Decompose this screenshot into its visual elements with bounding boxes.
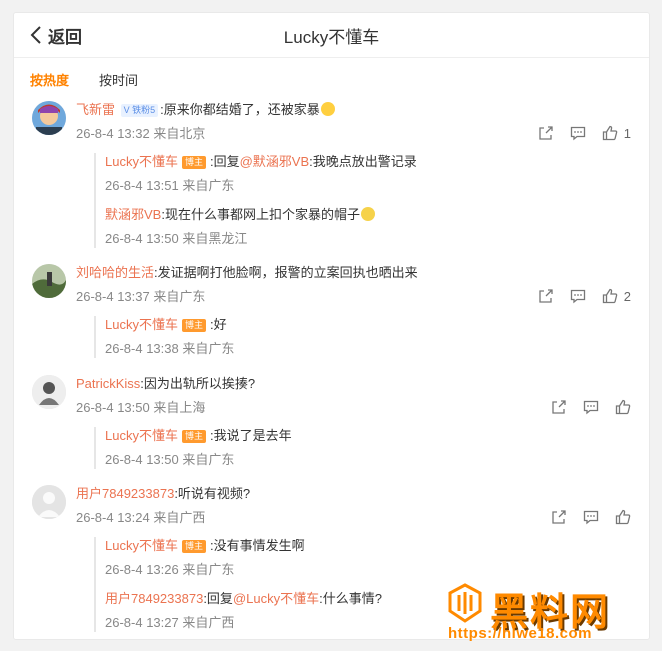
comment-icon: [570, 289, 585, 304]
like-button[interactable]: 2: [602, 288, 631, 304]
host-badge: 博主: [181, 156, 206, 169]
share-icon: [539, 126, 553, 140]
comment-text: :原来你都结婚了，还被家暴: [160, 102, 320, 117]
comment-icon: [570, 126, 585, 141]
share-icon: [552, 510, 566, 524]
like-button[interactable]: 1: [602, 125, 631, 141]
thumbs-up-icon: [602, 125, 618, 141]
comment-username[interactable]: 刘哈哈的生活: [76, 265, 154, 280]
tab-hot[interactable]: 按热度: [30, 69, 69, 93]
thumbs-up-icon: [602, 288, 618, 304]
comment-text: :听说有视频?: [174, 486, 251, 501]
reply-text: :好: [209, 317, 227, 332]
comment-username[interactable]: PatrickKiss: [76, 376, 140, 391]
reply-button[interactable]: [570, 288, 586, 304]
reply-item: 默涵邪VB:现在什么事都网上扣个家暴的帽子: [105, 206, 417, 224]
mention-link[interactable]: @默涵邪VB: [240, 154, 310, 169]
comment-meta: 26-8-4 13:37 来自广东: [76, 289, 206, 304]
comment-meta: 26-8-4 13:50 来自上海: [76, 400, 206, 415]
host-badge: 博主: [181, 540, 206, 553]
comment-actions: 1: [522, 125, 631, 141]
reply-text: :我晚点放出警记录: [309, 154, 417, 169]
watermark-logo-icon: [448, 583, 482, 623]
like-count: 1: [623, 125, 631, 141]
host-badge: 博主: [181, 430, 206, 443]
watermark: 黑料网 https://hlwe18.com: [440, 579, 652, 647]
reply-username[interactable]: 用户7849233873: [105, 591, 203, 606]
tab-time[interactable]: 按时间: [99, 69, 138, 93]
reply-text: :现在什么事都网上扣个家暴的帽子: [161, 207, 360, 222]
reply-username[interactable]: Lucky不懂车: [105, 538, 178, 553]
reply-list: Lucky不懂车 博主:没有事情发生啊 26-8-4 13:26 来自广东 用户7…: [94, 537, 382, 632]
comment-meta: 26-8-4 13:24 来自广西: [76, 510, 206, 525]
reply-prefix: :回复: [209, 154, 240, 169]
comment-item: 飞新雷 V 铁粉5:原来你都结婚了，还被家暴 26-8-4 13:32 来自北京…: [32, 101, 649, 251]
comment-username[interactable]: 用户7849233873: [76, 486, 174, 501]
laughing-emoji-icon: [320, 102, 335, 116]
thumbs-up-icon: [615, 399, 631, 415]
share-icon: [552, 400, 566, 414]
reply-meta: 26-8-4 13:50 来自广东: [105, 452, 235, 467]
reply-item: Lucky不懂车 博主:回复@默涵邪VB:我晚点放出警记录: [105, 153, 417, 171]
sort-tabs: 按热度 按时间: [30, 69, 168, 93]
comment-item: 刘哈哈的生活:发证据啊打他脸啊，报警的立案回执也晒出来 26-8-4 13:37…: [32, 264, 649, 364]
reply-meta: 26-8-4 13:26 来自广东: [105, 562, 235, 577]
reply-text: :什么事情?: [319, 591, 382, 606]
reply-username[interactable]: Lucky不懂车: [105, 428, 178, 443]
comment-text: :发证据啊打他脸啊，报警的立案回执也晒出来: [154, 265, 418, 280]
comment-actions: [535, 509, 631, 525]
avatar[interactable]: [32, 485, 66, 519]
reply-text: :没有事情发生啊: [209, 538, 305, 553]
share-button[interactable]: [551, 509, 567, 525]
thumbs-up-icon: [615, 509, 631, 525]
comment-icon: [583, 400, 599, 415]
reply-prefix: :回复: [203, 591, 233, 606]
share-button[interactable]: [538, 288, 554, 304]
reply-button[interactable]: [583, 399, 599, 415]
avatar[interactable]: [32, 264, 66, 298]
share-icon: [539, 289, 553, 303]
thinking-emoji-icon: [360, 207, 375, 221]
comment-icon: [583, 510, 599, 525]
share-button[interactable]: [551, 399, 567, 415]
reply-username[interactable]: Lucky不懂车: [105, 317, 178, 332]
reply-list: Lucky不懂车 博主:好 26-8-4 13:38 来自广东: [94, 316, 234, 358]
comment-actions: [535, 399, 631, 415]
reply-button[interactable]: [570, 125, 586, 141]
avatar[interactable]: [32, 101, 66, 135]
reply-item: 用户7849233873:回复@Lucky不懂车:什么事情?: [105, 590, 382, 608]
comment-text: :因为出轨所以挨揍?: [140, 376, 256, 391]
reply-button[interactable]: [583, 509, 599, 525]
comment-actions: 2: [522, 288, 631, 304]
header: 返回 Lucky不懂车: [14, 13, 649, 58]
like-button[interactable]: [615, 399, 631, 415]
reply-list: Lucky不懂车 博主:我说了是去年 26-8-4 13:50 来自广东: [94, 427, 292, 469]
comment-item: PatrickKiss:因为出轨所以挨揍? 26-8-4 13:50 来自上海 …: [32, 375, 649, 475]
reply-meta: 26-8-4 13:51 来自广东: [105, 178, 235, 193]
reply-text: :我说了是去年: [209, 428, 292, 443]
reply-item: Lucky不懂车 博主:好: [105, 316, 234, 334]
comment-username[interactable]: 飞新雷: [76, 102, 115, 117]
reply-meta: 26-8-4 13:50 来自黑龙江: [105, 231, 248, 246]
reply-meta: 26-8-4 13:27 来自广西: [105, 615, 235, 630]
comments-panel: 返回 Lucky不懂车 按热度 按时间 飞新雷 V 铁粉5:原来你都结婚了，还被…: [13, 12, 650, 640]
mention-link[interactable]: @Lucky不懂车: [233, 591, 319, 606]
share-button[interactable]: [538, 125, 554, 141]
reply-list: Lucky不懂车 博主:回复@默涵邪VB:我晚点放出警记录 26-8-4 13:5…: [94, 153, 417, 248]
fan-badge: V 铁粉5: [120, 104, 159, 117]
host-badge: 博主: [181, 319, 206, 332]
watermark-url: https://hlwe18.com: [448, 625, 593, 642]
comment-meta: 26-8-4 13:32 来自北京: [76, 126, 206, 141]
reply-username[interactable]: 默涵邪VB: [105, 207, 161, 222]
avatar[interactable]: [32, 375, 66, 409]
page-title: Lucky不懂车: [283, 28, 380, 47]
like-count: 2: [623, 288, 631, 304]
reply-username[interactable]: Lucky不懂车: [105, 154, 178, 169]
like-button[interactable]: [615, 509, 631, 525]
reply-item: Lucky不懂车 博主:没有事情发生啊: [105, 537, 382, 555]
reply-meta: 26-8-4 13:38 来自广东: [105, 341, 235, 356]
reply-item: Lucky不懂车 博主:我说了是去年: [105, 427, 292, 445]
